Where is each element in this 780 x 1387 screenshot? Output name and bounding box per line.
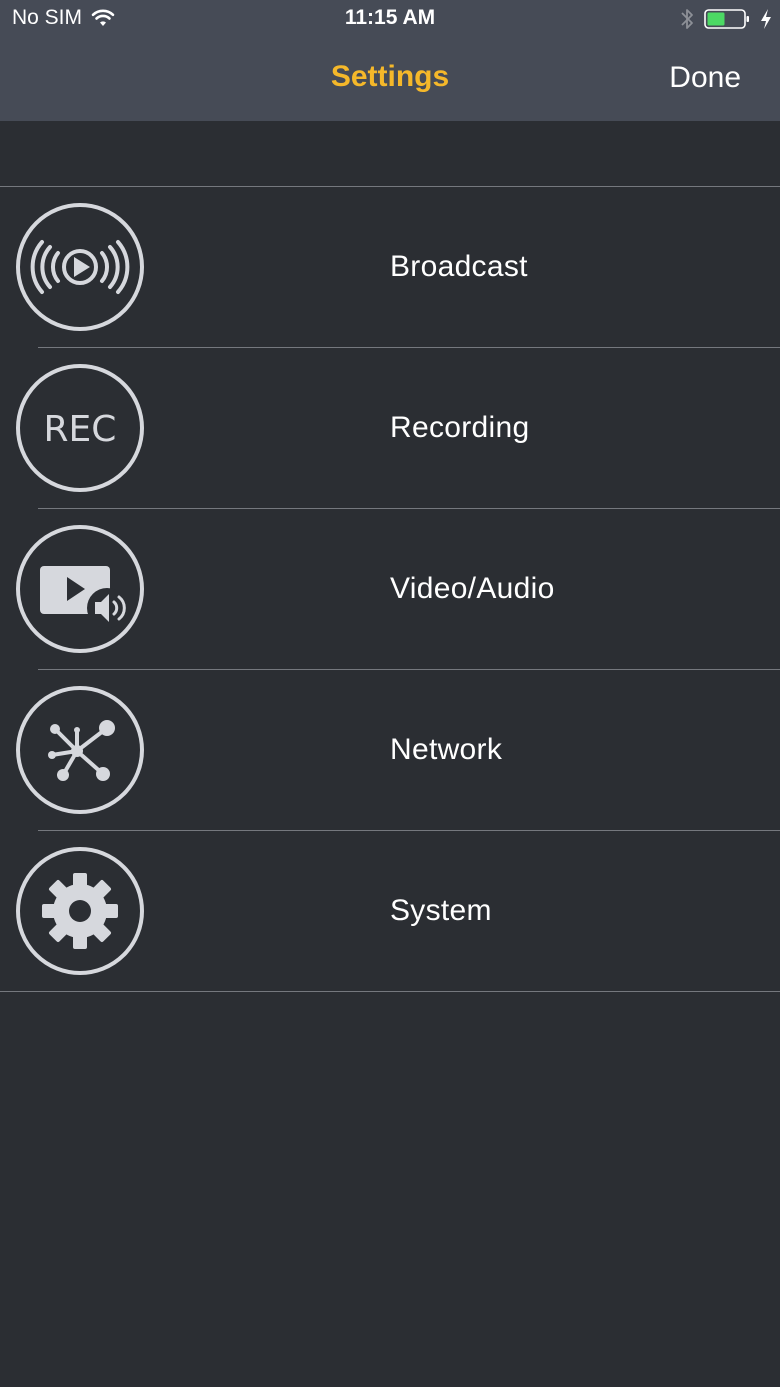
menu-item-broadcast[interactable]: Broadcast xyxy=(0,187,780,347)
menu-item-label: System xyxy=(390,894,492,927)
menu-item-label: Video/Audio xyxy=(390,572,555,605)
done-button[interactable]: Done xyxy=(669,61,741,95)
menu-item-network[interactable]: Network xyxy=(0,669,780,830)
charging-bolt-icon xyxy=(761,9,771,29)
menu-item-label: Broadcast xyxy=(390,250,528,283)
menu-item-video-audio[interactable]: Video/Audio xyxy=(0,508,780,669)
rec-icon-text: REC xyxy=(44,409,117,450)
page-title: Settings xyxy=(330,60,450,93)
rec-icon: REC xyxy=(15,363,145,493)
status-indicators xyxy=(680,6,772,32)
menu-item-recording[interactable]: REC Recording xyxy=(0,347,780,508)
video-audio-icon xyxy=(15,524,145,654)
menu-item-label: Recording xyxy=(390,411,530,444)
bluetooth-icon xyxy=(681,9,693,29)
battery-icon xyxy=(704,9,749,29)
menu-item-label: Network xyxy=(390,733,503,766)
settings-menu: Broadcast REC Recording Video/Audio Netw… xyxy=(0,186,780,992)
status-time: 11:15 AM xyxy=(344,6,436,29)
navigation-header: No SIM 11:15 AM Settings Done xyxy=(0,0,780,121)
network-icon xyxy=(15,685,145,815)
gear-icon xyxy=(15,846,145,976)
status-bar: No SIM 11:15 AM xyxy=(0,0,780,40)
broadcast-icon xyxy=(15,202,145,332)
menu-item-system[interactable]: System xyxy=(0,830,780,991)
